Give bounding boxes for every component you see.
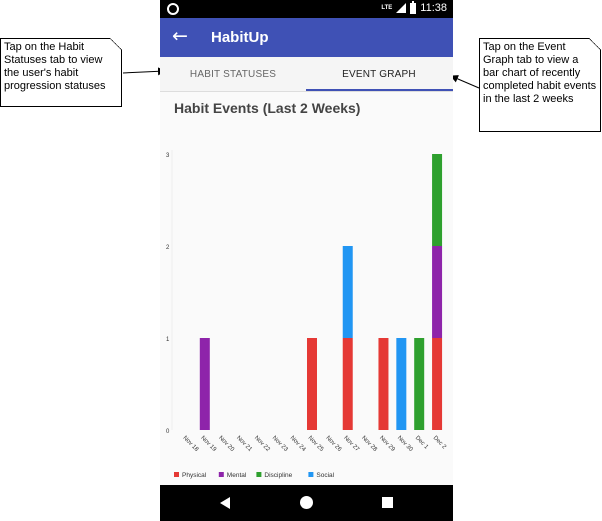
bar-physical-nov-29 — [378, 338, 389, 430]
legend-swatch-mental — [218, 472, 224, 477]
callout-event-graph: Tap on the Event Graph tab to view a bar… — [479, 38, 601, 132]
x-tick-label: Nov 29 — [378, 435, 396, 453]
x-tick-label: Nov 20 — [217, 435, 235, 453]
legend-label-physical: Physical — [182, 472, 207, 479]
arrow-left-icon[interactable]: ← — [172, 26, 188, 46]
x-tick-label: Nov 30 — [396, 435, 414, 453]
legend-label-social: Social — [316, 472, 334, 479]
network-type: LTE — [381, 5, 393, 11]
app-title: HabitUp — [211, 29, 269, 46]
nav-home-icon[interactable] — [300, 496, 313, 509]
clock: 11:38 — [420, 2, 447, 14]
bar-physical-dec-2 — [432, 338, 443, 430]
x-tick-label: Nov 22 — [253, 435, 271, 453]
y-tick-label: 1 — [166, 337, 170, 343]
tab-event-graph[interactable]: EVENT GRAPH — [306, 57, 452, 92]
bar-physical-nov-25 — [307, 338, 317, 430]
legend-swatch-discipline — [256, 472, 262, 477]
nav-back-icon[interactable] — [220, 497, 230, 509]
tab-bar: HABIT STATUSES EVENT GRAPH — [160, 57, 453, 92]
x-tick-label: Nov 28 — [360, 435, 378, 453]
phone-screen: LTE 11:38 ← HabitUp HABIT STATUSES EVENT… — [160, 0, 453, 521]
y-tick-label: 0 — [166, 429, 170, 435]
legend-label-mental: Mental — [227, 472, 247, 479]
x-tick-label: Nov 26 — [324, 435, 342, 453]
notification-icon — [167, 3, 179, 15]
x-tick-label: Nov 23 — [271, 435, 289, 453]
callout-habit-statuses: Tap on the Habit Statuses tab to view th… — [0, 38, 122, 107]
x-tick-label: Dec 1 — [414, 435, 430, 451]
navigation-bar — [160, 485, 453, 521]
nav-recents-icon[interactable] — [382, 497, 393, 508]
x-tick-label: Nov 25 — [307, 435, 325, 453]
x-tick-label: Nov 27 — [342, 435, 360, 453]
legend-label-discipline: Discipline — [264, 472, 292, 479]
x-tick-label: Nov 24 — [289, 435, 307, 453]
status-bar: LTE 11:38 — [160, 0, 453, 18]
bar-social-nov-27 — [342, 246, 353, 338]
bar-mental-nov-19 — [199, 338, 210, 430]
x-tick-label: Dec 2 — [432, 435, 448, 451]
signal-icon — [396, 3, 407, 13]
event-bar-chart: 0 1 2 3 Nov 18 Nov 19 Nov 20 Nov 21 Nov 22 Nov 23… — [166, 150, 448, 479]
y-tick-label: 3 — [166, 153, 170, 159]
bar-physical-nov-27 — [342, 338, 353, 430]
x-tick-label: Nov 18 — [182, 435, 200, 453]
bar-discipline-dec-1 — [414, 338, 425, 430]
battery-icon — [410, 0, 417, 14]
tab-indicator — [306, 89, 453, 91]
y-tick-label: 2 — [166, 245, 170, 251]
bar-discipline-dec-2 — [432, 154, 443, 246]
tab-habit-statuses[interactable]: HABIT STATUSES — [160, 57, 306, 92]
chart-title: Habit Events (Last 2 Weeks) — [174, 100, 361, 116]
bar-social-nov-30 — [396, 338, 407, 430]
bar-mental-dec-2 — [432, 246, 443, 338]
arrow-left — [122, 67, 166, 76]
app-bar: ← HabitUp — [160, 18, 453, 57]
x-tick-label: Nov 19 — [199, 435, 217, 453]
legend-swatch-social — [308, 472, 314, 477]
arrow-right — [450, 75, 480, 89]
legend-swatch-physical — [174, 472, 179, 477]
x-tick-label: Nov 21 — [235, 435, 253, 453]
